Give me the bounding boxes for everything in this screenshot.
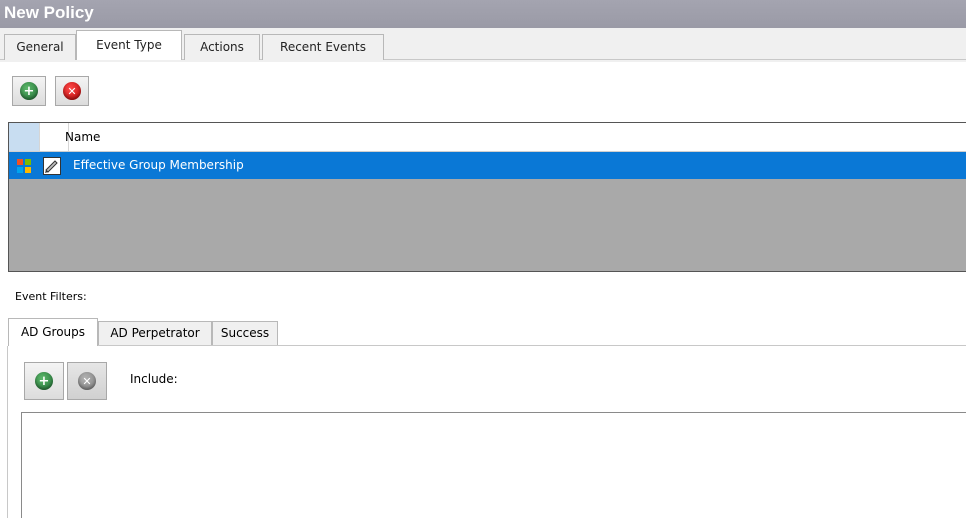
name-column-header[interactable]: Name [65, 123, 100, 151]
remove-circle-icon: ✕ [78, 372, 96, 390]
filter-panel-edge [7, 346, 8, 518]
event-type-name: Effective Group Membership [73, 158, 244, 172]
add-event-type-button[interactable]: + [12, 76, 46, 106]
add-include-button[interactable]: + [24, 362, 64, 400]
remove-circle-icon: ✕ [63, 82, 81, 100]
edit-pen-icon [43, 157, 61, 175]
filter-tab-strip: AD Groups AD Perpetrator Success [8, 318, 966, 346]
include-label: Include: [130, 372, 178, 386]
event-filters-label: Event Filters: [15, 290, 87, 303]
row-selector-header[interactable] [9, 123, 40, 151]
window-title: New Policy [0, 0, 966, 28]
remove-include-button[interactable]: ✕ [67, 362, 107, 400]
event-type-grid: Name Effective Group Membership [8, 122, 966, 272]
remove-event-type-button[interactable]: ✕ [55, 76, 89, 106]
tab-general[interactable]: General [4, 34, 76, 60]
main-tab-strip: General Event Type Actions Recent Events [0, 28, 966, 62]
include-list[interactable] [21, 412, 966, 518]
tab-event-type[interactable]: Event Type [76, 30, 182, 60]
windows-logo-icon [17, 159, 31, 173]
tab-recent-events[interactable]: Recent Events [262, 34, 384, 60]
add-circle-icon: + [35, 372, 53, 390]
tab-actions[interactable]: Actions [184, 34, 260, 60]
table-row[interactable]: Effective Group Membership [9, 152, 966, 179]
tab-success[interactable]: Success [212, 321, 278, 345]
filter-tab-divider [8, 345, 966, 346]
tab-ad-groups[interactable]: AD Groups [8, 318, 98, 346]
grid-header: Name [9, 123, 966, 152]
tab-ad-perpetrator[interactable]: AD Perpetrator [98, 321, 212, 345]
add-circle-icon: + [20, 82, 38, 100]
